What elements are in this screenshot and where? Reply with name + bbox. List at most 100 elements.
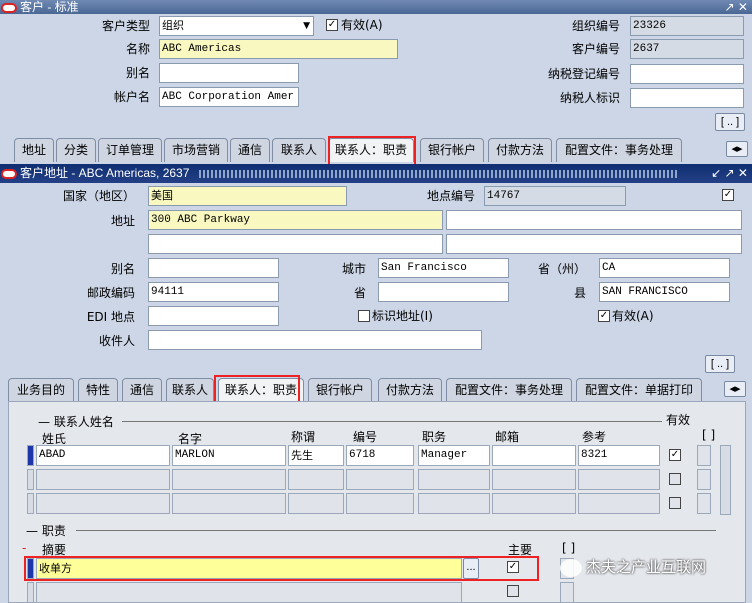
site-number-label: 地点编号 — [426, 189, 475, 203]
contact-active-checkbox[interactable] — [669, 497, 681, 509]
recipient-field[interactable] — [148, 330, 482, 350]
edi-field[interactable] — [148, 306, 279, 326]
site-alias-field[interactable] — [148, 258, 279, 278]
taxpayer-reg-label: 纳税登记编号 — [547, 67, 620, 81]
contact-last-name-cell[interactable] — [36, 493, 170, 514]
row-selector[interactable] — [27, 469, 34, 490]
tab-site-bank-accounts[interactable]: 银行帐户 — [308, 378, 372, 402]
col-title: 称谓 — [291, 430, 316, 444]
identifying-address-checkbox[interactable] — [358, 310, 370, 322]
tab-payment-methods[interactable]: 付款方法 — [488, 138, 552, 162]
city-field[interactable]: San Francisco — [378, 258, 509, 278]
contact-number-cell[interactable] — [346, 493, 414, 514]
contact-email-cell[interactable] — [492, 445, 576, 466]
address-label: 地址 — [110, 214, 135, 228]
oracle-icon — [1, 2, 17, 13]
tab-classification[interactable]: 分类 — [56, 138, 96, 162]
contact-last-name-cell[interactable]: ABAD — [36, 445, 170, 466]
contact-first-name-cell[interactable] — [172, 469, 286, 490]
outer-window-controls[interactable]: ↗ ✕ — [725, 0, 748, 14]
role-row-selector[interactable] — [27, 582, 34, 603]
contact-email-cell[interactable] — [492, 469, 576, 490]
row-selector[interactable] — [27, 493, 34, 514]
tab-order-management[interactable]: 订单管理 — [98, 138, 162, 162]
tab-bank-accounts[interactable]: 银行帐户 — [420, 138, 484, 162]
customer-number-field[interactable]: 2637 — [630, 39, 744, 59]
tab-scroll-right-icon[interactable]: ◂▸ — [726, 141, 748, 157]
site-number-field[interactable]: 14767 — [484, 186, 626, 206]
county-field[interactable]: SAN FRANCISCO — [599, 282, 730, 302]
tab-site-profile-document-print[interactable]: 配置文件：单据打印 — [576, 378, 702, 402]
contact-first-name-cell[interactable]: MARLON — [172, 445, 286, 466]
tab-attributes[interactable]: 特性 — [78, 378, 118, 402]
contact-dff-cell[interactable] — [697, 493, 711, 514]
outer-title-bar: 客户 - 标准 ↗ ✕ — [0, 0, 752, 14]
role-dff-cell[interactable] — [560, 582, 574, 603]
tab-communication[interactable]: 通信 — [230, 138, 270, 162]
tab-marketing[interactable]: 市场营销 — [164, 138, 228, 162]
row-selector-current[interactable] — [27, 445, 34, 466]
contact-job-cell[interactable] — [418, 469, 490, 490]
tab-site-contacts[interactable]: 联系人 — [166, 378, 214, 402]
contact-reference-cell[interactable] — [578, 493, 660, 514]
org-number-field[interactable]: 23326 — [630, 16, 744, 36]
address-window-controls[interactable]: ↙ ↗ ✕ — [711, 164, 748, 183]
contact-title-cell[interactable] — [288, 493, 344, 514]
tab-profile-transactions[interactable]: 配置文件：事务处理 — [556, 138, 682, 162]
contact-job-cell[interactable]: Manager — [418, 445, 490, 466]
contact-last-name-cell[interactable] — [36, 469, 170, 490]
taxpayer-id-field[interactable] — [630, 88, 744, 108]
alias-label: 别名 — [125, 66, 150, 80]
province-field[interactable]: CA — [599, 258, 730, 278]
outer-more-button[interactable]: [ .. ] — [715, 113, 745, 131]
postal-field[interactable]: 94111 — [148, 282, 279, 302]
account-name-field[interactable]: ABC Corporation Amer — [159, 87, 299, 107]
country-label: 国家（地区） — [62, 189, 135, 203]
address-tab-row: 业务目的 特性 通信 联系人 联系人：职责 银行帐户 付款方法 配置文件：事务处… — [8, 378, 752, 402]
contact-number-cell[interactable] — [346, 469, 414, 490]
contact-reference-cell[interactable]: 8321 — [578, 445, 660, 466]
contact-dff-cell[interactable] — [697, 445, 711, 466]
contact-number-cell[interactable]: 6718 — [346, 445, 414, 466]
contact-title-cell[interactable]: 先生 — [288, 445, 344, 466]
tab-contacts[interactable]: 联系人 — [272, 138, 326, 162]
contacts-scrollbar[interactable] — [720, 445, 731, 515]
address-line1-field[interactable]: 300 ABC Parkway — [148, 210, 443, 230]
taxpayer-reg-field[interactable] — [630, 64, 744, 84]
identifying-address-label: 标识地址(I) — [372, 309, 433, 323]
alias-field[interactable] — [159, 63, 299, 83]
name-field[interactable]: ABC Americas — [159, 39, 398, 59]
address-active-checkbox[interactable]: ✓ — [598, 310, 610, 322]
col-reference: 参考 — [582, 430, 607, 444]
site-tab-scroll-right-icon[interactable]: ◂▸ — [724, 381, 746, 397]
org-number-label: 组织编号 — [571, 19, 620, 33]
customer-type-select[interactable]: 组织 ▼ — [159, 16, 314, 36]
tab-business-purpose[interactable]: 业务目的 — [8, 378, 74, 402]
customer-type-label: 客户类型 — [101, 19, 150, 33]
tab-site-communication[interactable]: 通信 — [122, 378, 162, 402]
tab-site-profile-transactions[interactable]: 配置文件：事务处理 — [446, 378, 572, 402]
address-line2-field[interactable] — [446, 210, 742, 230]
address-line3-field[interactable] — [148, 234, 443, 254]
role-primary-checkbox[interactable] — [507, 585, 519, 597]
contact-email-cell[interactable] — [492, 493, 576, 514]
contact-dff-cell[interactable] — [697, 469, 711, 490]
tab-site-payment-methods[interactable]: 付款方法 — [378, 378, 442, 402]
roles-bracket-header: [ ] — [562, 541, 576, 555]
contact-job-cell[interactable] — [418, 493, 490, 514]
state-field[interactable] — [378, 282, 509, 302]
tab-address[interactable]: 地址 — [14, 138, 54, 162]
active-checkbox[interactable]: ✓ — [326, 19, 338, 31]
address-line4-field[interactable] — [446, 234, 742, 254]
contact-title-cell[interactable] — [288, 469, 344, 490]
contacts-bracket-header: [ ] — [702, 428, 716, 442]
country-field[interactable]: 美国 — [148, 186, 347, 206]
contact-active-checkbox[interactable]: ✓ — [669, 449, 681, 461]
contact-reference-cell[interactable] — [578, 469, 660, 490]
role-summary-cell[interactable] — [36, 582, 462, 603]
site-active-checkbox[interactable]: ✓ — [722, 189, 734, 201]
address-more-button[interactable]: [ .. ] — [705, 355, 735, 373]
contact-first-name-cell[interactable] — [172, 493, 286, 514]
contact-active-checkbox[interactable] — [669, 473, 681, 485]
recipient-label: 收件人 — [98, 334, 135, 348]
